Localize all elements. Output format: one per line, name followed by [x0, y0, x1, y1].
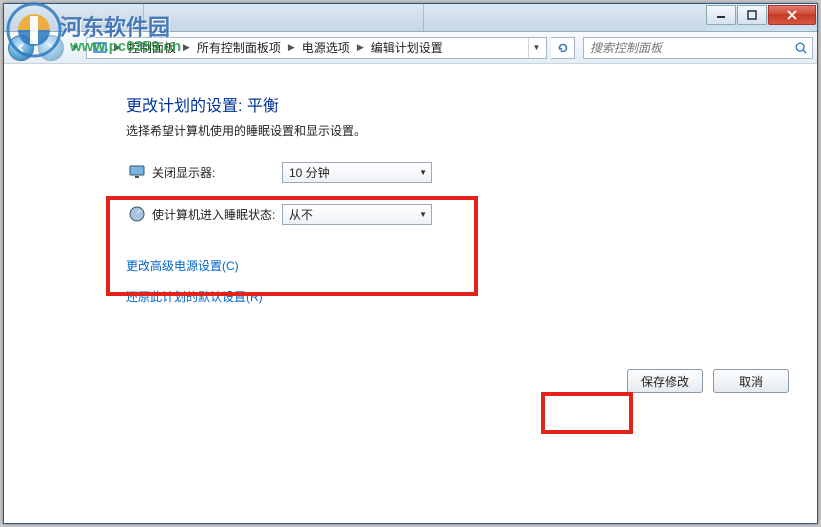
control-panel-icon [92, 40, 108, 56]
window-controls [706, 4, 817, 31]
page-heading: 更改计划的设置: 平衡 [126, 92, 817, 116]
sleep-timeout-dropdown[interactable]: 从不 ▼ [282, 204, 432, 225]
setting-label: 关闭显示器: [152, 164, 282, 181]
close-button[interactable] [768, 5, 816, 25]
search-box[interactable] [583, 37, 813, 59]
dropdown-value: 从不 [289, 206, 313, 223]
content-area: 更改计划的设置: 平衡 选择希望计算机使用的睡眠设置和显示设置。 关闭显示器: … [4, 64, 817, 523]
links-area: 更改高级电源设置(C) 还原此计划的默认设置(R) [126, 257, 817, 305]
forward-button[interactable] [38, 35, 64, 61]
save-button[interactable]: 保存修改 [627, 369, 703, 393]
breadcrumb-segment[interactable]: 编辑计划设置 [367, 39, 447, 56]
restore-defaults-link[interactable]: 还原此计划的默认设置(R) [126, 288, 817, 305]
breadcrumb-segment[interactable]: 电源选项 [298, 39, 354, 56]
control-panel-window: ▼ ▶ 控制面板 ▶ 所有控制面板项 ▶ 电源选项 ▶ 编辑计划设置 ▼ [3, 3, 818, 524]
back-button[interactable] [8, 35, 34, 61]
monitor-icon [128, 163, 146, 181]
maximize-button[interactable] [737, 5, 767, 25]
title-tab [424, 4, 706, 31]
plan-settings: 关闭显示器: 10 分钟 ▼ 使计算机进入睡眠状态: 从不 ▼ [128, 157, 817, 229]
nav-history-dropdown[interactable]: ▼ [68, 37, 82, 59]
title-tab [144, 4, 424, 31]
chevron-right-icon: ▶ [180, 42, 193, 53]
chevron-right-icon: ▶ [111, 42, 124, 53]
search-input[interactable] [584, 41, 790, 55]
chevron-right-icon: ▶ [285, 42, 298, 53]
cancel-button[interactable]: 取消 [713, 369, 789, 393]
dropdown-value: 10 分钟 [289, 164, 330, 181]
chevron-down-icon: ▼ [419, 168, 427, 177]
advanced-power-settings-link[interactable]: 更改高级电源设置(C) [126, 257, 817, 274]
title-tab [4, 4, 144, 31]
breadcrumb[interactable]: ▶ 控制面板 ▶ 所有控制面板项 ▶ 电源选项 ▶ 编辑计划设置 ▼ [86, 37, 547, 59]
breadcrumb-segment[interactable]: 控制面板 [124, 39, 180, 56]
titlebar [4, 4, 817, 32]
setting-row-sleep: 使计算机进入睡眠状态: 从不 ▼ [128, 199, 817, 229]
title-tabs [4, 4, 706, 31]
sleep-icon [128, 205, 146, 223]
breadcrumb-segment[interactable]: 所有控制面板项 [193, 39, 285, 56]
refresh-button[interactable] [551, 37, 575, 59]
chevron-right-icon: ▶ [354, 42, 367, 53]
navbar: ▼ ▶ 控制面板 ▶ 所有控制面板项 ▶ 电源选项 ▶ 编辑计划设置 ▼ [4, 32, 817, 64]
page-subtext: 选择希望计算机使用的睡眠设置和显示设置。 [126, 122, 817, 139]
minimize-button[interactable] [706, 5, 736, 25]
chevron-down-icon: ▼ [419, 210, 427, 219]
breadcrumb-dropdown[interactable]: ▼ [528, 38, 544, 58]
setting-row-display-off: 关闭显示器: 10 分钟 ▼ [128, 157, 817, 187]
search-icon[interactable] [790, 41, 812, 55]
button-row: 保存修改 取消 [627, 369, 789, 393]
highlight-box [541, 392, 633, 434]
setting-label: 使计算机进入睡眠状态: [152, 206, 282, 223]
display-timeout-dropdown[interactable]: 10 分钟 ▼ [282, 162, 432, 183]
